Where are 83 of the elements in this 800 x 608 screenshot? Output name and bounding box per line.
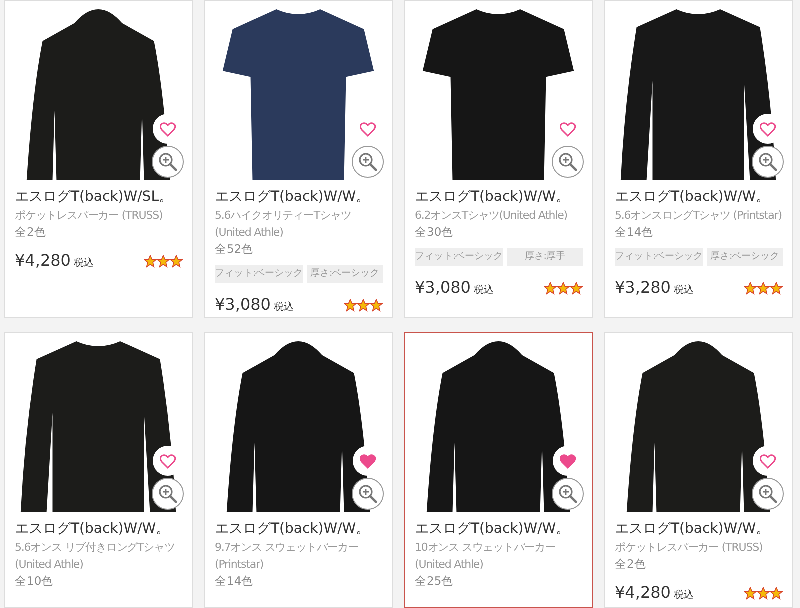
zoom-button[interactable] (152, 146, 184, 178)
product-card[interactable]: エスログT(back)W/W。 ポケットレスパーカー (TRUSS) 全2色 ¥4,280 税込 (604, 332, 793, 608)
star-icon (144, 254, 157, 268)
product-card[interactable]: エスログT(back)W/W。 5.6オンス リブ付きロングTシャツ (United Athle) 全10色 (4, 332, 193, 608)
star-icon (744, 282, 757, 294)
zoom-in-icon (358, 152, 378, 172)
product-card[interactable]: エスログT(back)W/W。 10オンス スウェットパーカー (United Athle) 全25色 (404, 332, 593, 608)
product-type: 10オンス スウェットパーカー (United Athle) (415, 540, 556, 573)
star-icon (170, 254, 183, 268)
star-icon (770, 586, 783, 600)
tax-label: 税込 (274, 300, 294, 315)
tax-label: 税込 (674, 588, 694, 603)
product-card[interactable]: エスログT(back)W/W。 9.7オンス スウェットパーカー (Printstar) 全14色 (204, 332, 393, 608)
product-type: 5.6ハイクオリティーTシャツ (United Athle) (215, 208, 352, 241)
heart-icon (360, 122, 376, 136)
heart-icon (160, 454, 176, 468)
price: ¥3,080 (215, 294, 271, 316)
zoom-in-icon (758, 152, 778, 172)
heart-icon (160, 122, 176, 136)
price: ¥3,080 (415, 277, 471, 299)
star-icon (757, 282, 770, 294)
zoom-in-icon (158, 152, 178, 172)
star-icon (357, 298, 370, 312)
star-icon (744, 586, 757, 600)
star-icon (757, 586, 770, 600)
heart-icon (760, 454, 776, 468)
star-icon (557, 282, 570, 294)
product-name: エスログT(back)W/W。 (415, 188, 572, 206)
tax-label: 税込 (474, 284, 494, 298)
product-name: エスログT(back)W/W。 (615, 520, 772, 538)
product-card[interactable]: エスログT(back)W/W。 5.6オンスロングTシャツ (Printstar) 全14色 フィット:ベーシック 厚さ:ベーシック ¥3,280 税込 (604, 0, 793, 318)
product-type: ポケットレスパーカー (TRUSS) (15, 208, 164, 224)
product-type: 5.6オンス リブ付きロングTシャツ (United Athle) (15, 540, 176, 573)
star-icon (570, 282, 583, 294)
heart-icon (560, 122, 576, 136)
zoom-in-icon (758, 484, 778, 504)
star-icon (370, 298, 383, 312)
heart-icon (760, 122, 776, 136)
zoom-button[interactable] (352, 478, 384, 510)
product-type: 6.2オンスTシャツ(United Athle) (415, 208, 568, 224)
price: ¥4,280 (15, 250, 71, 272)
product-name: エスログT(back)W/W。 (215, 520, 372, 538)
color-count: 全52色 (215, 241, 255, 258)
product-name: エスログT(back)W/SL。 (15, 188, 174, 206)
product-name: エスログT(back)W/W。 (615, 188, 772, 206)
spec-tag: 厚さ:厚手 (507, 248, 583, 266)
zoom-in-icon (158, 484, 178, 504)
zoom-in-icon (558, 152, 578, 172)
color-count: 全2色 (15, 224, 48, 241)
zoom-button[interactable] (752, 478, 784, 510)
color-count: 全25色 (415, 573, 455, 590)
price: ¥3,280 (615, 277, 671, 299)
color-count: 全2色 (615, 556, 648, 573)
zoom-button[interactable] (752, 146, 784, 178)
star-icon (344, 298, 357, 312)
tax-label: 税込 (674, 284, 694, 298)
product-type: 5.6オンスロングTシャツ (Printstar) (615, 208, 783, 224)
zoom-button[interactable] (552, 478, 584, 510)
zoom-in-icon (558, 484, 578, 504)
color-count: 全14色 (215, 573, 255, 590)
heart-icon (360, 454, 376, 468)
zoom-in-icon (358, 484, 378, 504)
price: ¥4,280 (615, 582, 671, 604)
product-type: 9.7オンス スウェットパーカー (Printstar) (215, 540, 360, 573)
spec-tag: 厚さ:ベーシック (307, 265, 383, 283)
product-type: ポケットレスパーカー (TRUSS) (615, 540, 764, 556)
heart-icon (560, 454, 576, 468)
spec-tag: フィット:ベーシック (215, 265, 304, 283)
spec-tag: フィット:ベーシック (415, 248, 504, 266)
star-icon (770, 282, 783, 294)
spec-tag: フィット:ベーシック (615, 248, 704, 266)
product-name: エスログT(back)W/W。 (15, 520, 172, 538)
zoom-button[interactable] (152, 478, 184, 510)
color-count: 全14色 (615, 224, 655, 241)
star-icon (544, 282, 557, 294)
spec-tag: 厚さ:ベーシック (707, 248, 783, 266)
star-icon (157, 254, 170, 268)
color-count: 全30色 (415, 224, 455, 241)
color-count: 全10色 (15, 573, 55, 590)
product-name: エスログT(back)W/W。 (215, 188, 372, 206)
product-card[interactable]: エスログT(back)W/SL。 ポケットレスパーカー (TRUSS) 全2色 ¥4,280 税込 (4, 0, 193, 318)
tax-label: 税込 (74, 256, 94, 271)
product-name: エスログT(back)W/W。 (415, 520, 572, 538)
